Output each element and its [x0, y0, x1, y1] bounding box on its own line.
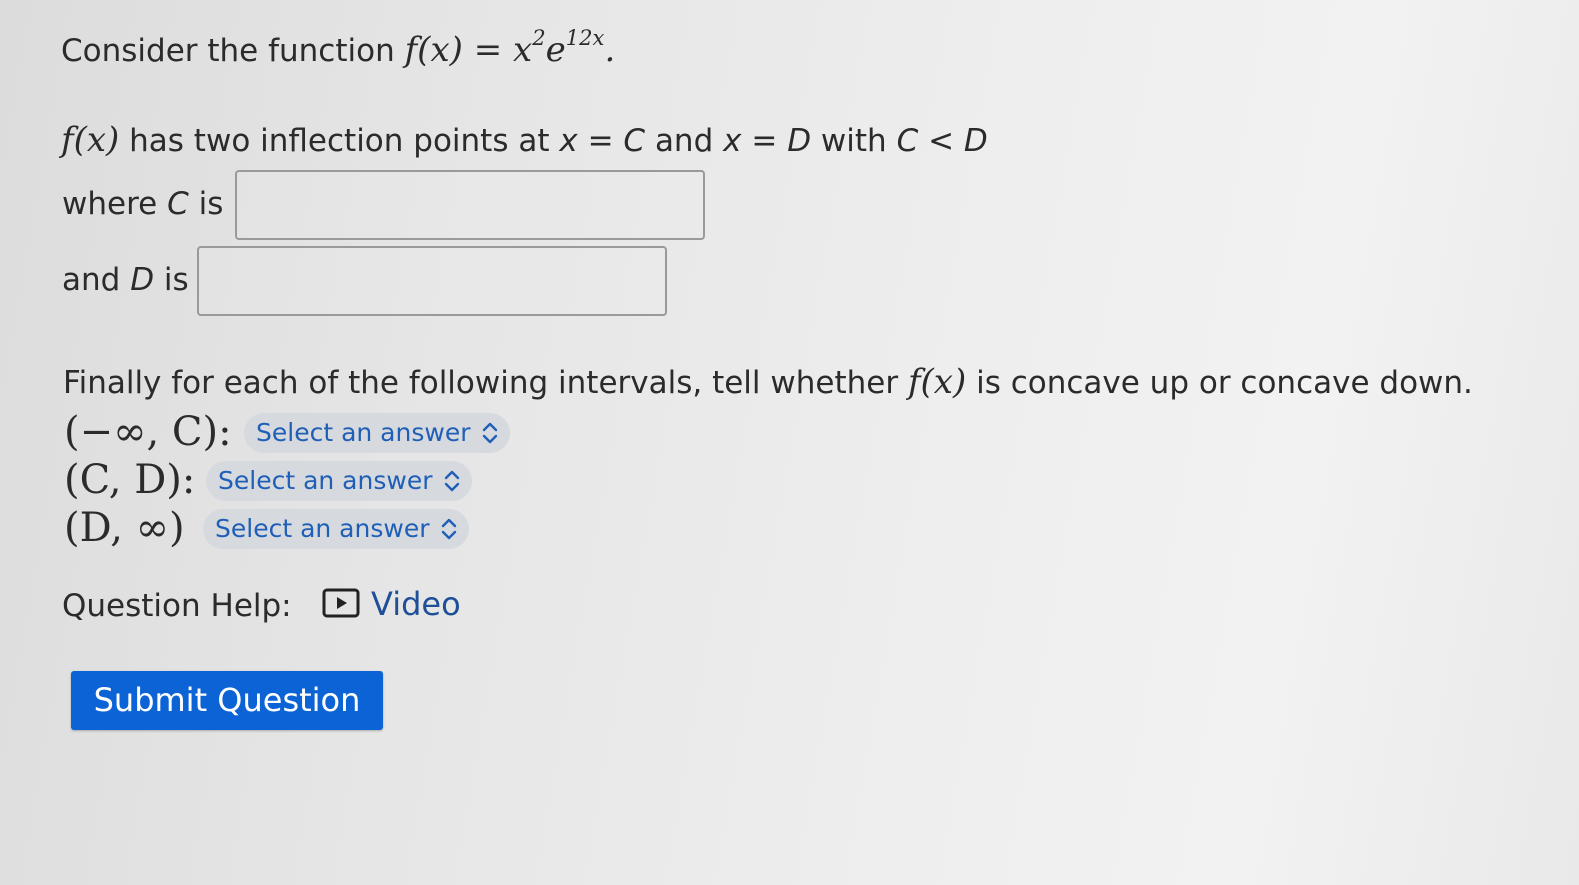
- interval-select-3-value: Select an answer: [215, 514, 430, 543]
- function-exp1: 2: [532, 25, 546, 51]
- interval-select-2-value: Select an answer: [218, 466, 433, 495]
- d-answer-input[interactable]: [197, 246, 667, 316]
- inflection-fx: f(x): [61, 120, 120, 160]
- inflection-eq1: =: [587, 123, 614, 159]
- inflection-x2: x: [723, 123, 742, 159]
- interval-select-1-value: Select an answer: [256, 418, 471, 447]
- inflection-with: with: [820, 123, 887, 159]
- inflection-statement: f(x) has two inflection points at x = C …: [61, 120, 988, 161]
- concavity-prompt-fx: f(x): [907, 362, 967, 402]
- play-icon[interactable]: [322, 588, 360, 618]
- d-label-var: D: [130, 262, 155, 298]
- interval-label-2: (C, D):: [64, 457, 196, 503]
- c-answer-input[interactable]: [235, 170, 705, 240]
- function-end: .: [604, 30, 616, 70]
- c-label-pre: where: [62, 186, 158, 222]
- function-lhs: f(x) =: [404, 30, 503, 70]
- question-function-line: Consider the function f(x) = x2e12x.: [61, 27, 616, 71]
- inflection-text: has two inflection points at: [129, 123, 550, 159]
- chevron-updown-icon: [442, 518, 457, 540]
- inflection-c2: C: [896, 123, 919, 159]
- concavity-prompt-post: is concave up or concave down.: [976, 365, 1473, 401]
- inflection-x1: x: [559, 123, 578, 159]
- inflection-lt: <: [928, 123, 955, 159]
- c-label-var: C: [167, 186, 189, 222]
- c-label-post: is: [198, 186, 224, 222]
- inflection-and: and: [654, 123, 714, 159]
- question-help-label: Question Help:: [62, 588, 292, 624]
- inflection-eq2: =: [751, 123, 778, 159]
- chevron-updown-icon: [483, 422, 498, 444]
- d-label-post: is: [163, 262, 189, 298]
- interval-select-2[interactable]: Select an answer: [206, 461, 473, 501]
- function-exp2: 12x: [565, 25, 605, 51]
- d-field-label: and D is: [62, 260, 189, 300]
- interval-label-3: (D, ∞): [64, 505, 185, 551]
- interval-select-1[interactable]: Select an answer: [244, 413, 511, 453]
- function-base: x: [513, 30, 533, 70]
- submit-question-button[interactable]: Submit Question: [71, 671, 383, 730]
- interval-select-3[interactable]: Select an answer: [203, 509, 470, 549]
- video-link[interactable]: Video: [371, 584, 461, 624]
- chevron-updown-icon: [445, 470, 460, 492]
- inflection-d: D: [787, 123, 812, 159]
- c-field-label: where C is: [62, 184, 223, 224]
- interval-label-1: (−∞, C):: [64, 409, 232, 455]
- inflection-d2: D: [963, 123, 988, 159]
- inflection-c: C: [623, 123, 646, 159]
- concavity-prompt-pre: Finally for each of the following interv…: [63, 365, 899, 401]
- d-label-pre: and: [62, 262, 121, 298]
- intro-text: Consider the function: [61, 33, 395, 69]
- concavity-prompt: Finally for each of the following interv…: [63, 362, 1473, 403]
- function-e: e: [545, 30, 566, 70]
- function-expression: f(x) = x2e12x.: [404, 27, 616, 70]
